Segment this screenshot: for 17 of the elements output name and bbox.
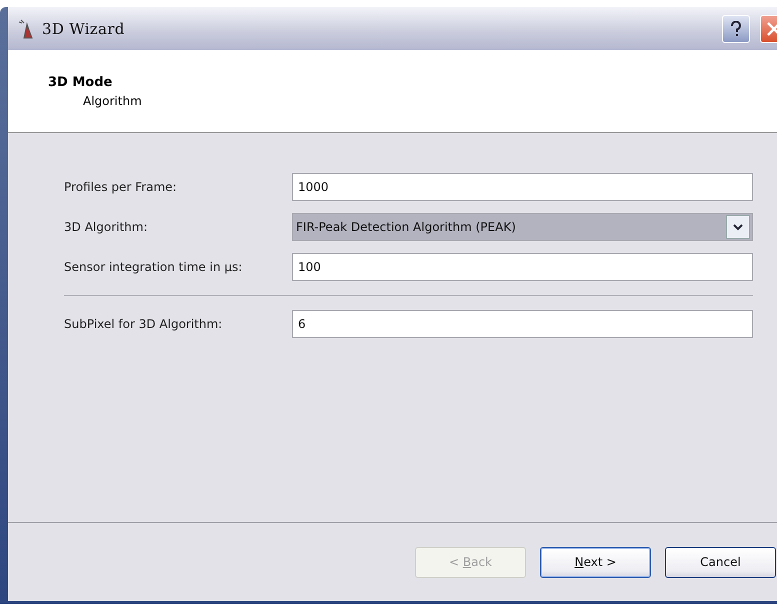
step-subtitle: Algorithm bbox=[82, 94, 143, 108]
question-icon bbox=[731, 20, 741, 36]
field-label: Sensor integration time in µs: bbox=[64, 260, 244, 274]
next-button[interactable]: Next > bbox=[540, 546, 651, 578]
field-label: Profiles per Frame: bbox=[64, 180, 178, 194]
cancel-button[interactable]: Cancel bbox=[665, 546, 776, 578]
input-field[interactable]: 100 bbox=[292, 253, 753, 281]
window-title: 3D Wizard bbox=[42, 20, 126, 38]
help-button[interactable] bbox=[722, 14, 750, 42]
close-icon bbox=[767, 22, 777, 36]
chevron-down-icon bbox=[733, 224, 743, 230]
input-field[interactable]: 6 bbox=[292, 310, 753, 338]
step-title: 3D Mode bbox=[48, 75, 114, 90]
field-label: 3D Algorithm: bbox=[64, 220, 149, 234]
algorithm-dropdown[interactable]: FIR-Peak Detection Algorithm (PEAK) bbox=[292, 213, 753, 241]
field-label: SubPixel for 3D Algorithm: bbox=[64, 317, 224, 331]
input-field[interactable]: 1000 bbox=[292, 173, 753, 201]
